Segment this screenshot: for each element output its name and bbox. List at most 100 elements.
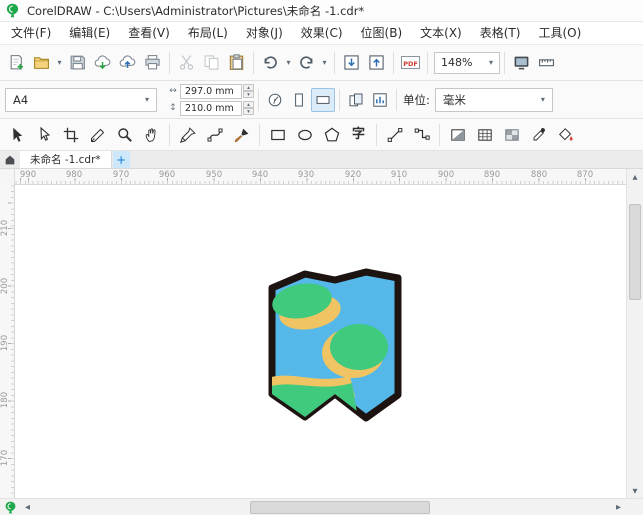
landscape-button[interactable]	[311, 87, 335, 112]
menu-bitmaps[interactable]: 位图(B)	[352, 22, 412, 45]
document-navigator-icon[interactable]	[0, 501, 20, 514]
scroll-right-button[interactable]	[611, 499, 626, 515]
toolbar-separator	[169, 51, 170, 74]
paste-button[interactable]	[224, 50, 249, 76]
show-rulers-button[interactable]	[534, 50, 559, 76]
width-increment-button[interactable]	[243, 84, 254, 91]
copy-button[interactable]	[199, 50, 224, 76]
page-width-input[interactable]: 297.0 mm	[180, 83, 242, 99]
landscape-page-icon	[315, 92, 331, 108]
shape-tool[interactable]	[30, 122, 57, 148]
compass-icon	[267, 92, 283, 108]
units-select[interactable]: 毫米	[434, 87, 553, 112]
menu-layout[interactable]: 布局(L)	[179, 22, 237, 45]
transparency-tool[interactable]	[498, 122, 525, 148]
open-folder-icon	[33, 54, 50, 71]
height-increment-button[interactable]	[243, 101, 254, 108]
pick-tool[interactable]	[3, 122, 30, 148]
fullscreen-preview-button[interactable]	[509, 50, 534, 76]
map-drawing[interactable]	[255, 257, 415, 432]
smart-fill-tool[interactable]	[552, 122, 579, 148]
standard-toolbar: PDF 148%	[0, 45, 643, 81]
vertical-scroll-thumb[interactable]	[629, 204, 641, 300]
scroll-down-button[interactable]	[627, 483, 643, 498]
page-height-input[interactable]: 210.0 mm	[180, 100, 242, 116]
save-to-cloud-button[interactable]	[115, 50, 140, 76]
print-button[interactable]	[140, 50, 165, 76]
redo-button[interactable]	[294, 50, 319, 76]
save-button[interactable]	[65, 50, 90, 76]
fill-gradient-icon	[450, 127, 466, 143]
artistic-media-tool[interactable]	[228, 122, 255, 148]
mesh-fill-tool[interactable]	[471, 122, 498, 148]
publish-to-pdf-button[interactable]: PDF	[398, 50, 423, 76]
toolbox-separator	[169, 123, 170, 146]
document-home-icon[interactable]	[0, 151, 20, 168]
hand-icon	[144, 127, 160, 143]
bezier-tool[interactable]	[201, 122, 228, 148]
vertical-scroll-track[interactable]	[627, 184, 643, 483]
import-button[interactable]	[339, 50, 364, 76]
menu-file[interactable]: 文件(F)	[2, 22, 60, 45]
shape-cursor-icon	[36, 127, 52, 143]
freehand-line-tool[interactable]	[381, 122, 408, 148]
scroll-left-button[interactable]	[20, 499, 35, 515]
horizontal-scrollbar[interactable]	[20, 499, 626, 515]
drawing-canvas[interactable]	[15, 185, 626, 498]
new-document-button[interactable]	[4, 50, 29, 76]
undo-dropdown-button[interactable]	[283, 50, 294, 76]
current-page-button[interactable]	[368, 88, 392, 112]
page-size-select[interactable]: A4	[5, 87, 157, 112]
page-width-icon	[166, 86, 180, 96]
page-height-value: 210.0 mm	[185, 102, 234, 114]
menu-object[interactable]: 对象(J)	[237, 22, 292, 45]
menu-edit[interactable]: 编辑(E)	[60, 22, 119, 45]
text-tool[interactable]: 字	[345, 122, 372, 148]
interactive-fill-tool[interactable]	[444, 122, 471, 148]
connector-icon	[414, 127, 430, 143]
color-eyedropper-tool[interactable]	[525, 122, 552, 148]
polygon-tool[interactable]	[318, 122, 345, 148]
open-button[interactable]	[29, 50, 54, 76]
menu-table[interactable]: 表格(T)	[471, 22, 530, 45]
toolbar-separator	[253, 51, 254, 74]
new-tab-button[interactable]: +	[112, 151, 130, 168]
menu-tools[interactable]: 工具(O)	[529, 22, 590, 45]
ellipse-tool[interactable]	[291, 122, 318, 148]
units-label: 单位:	[403, 92, 430, 107]
open-dropdown-button[interactable]	[54, 50, 65, 76]
height-decrement-button[interactable]	[243, 108, 254, 115]
portrait-button[interactable]	[287, 88, 311, 112]
cut-button[interactable]	[174, 50, 199, 76]
redo-dropdown-button[interactable]	[319, 50, 330, 76]
mesh-grid-icon	[477, 127, 493, 143]
zoom-level-select[interactable]: 148%	[434, 51, 500, 74]
ruler-number: 980	[65, 170, 83, 180]
export-button[interactable]	[364, 50, 389, 76]
zoom-tool[interactable]	[111, 122, 138, 148]
scroll-up-button[interactable]	[627, 169, 643, 184]
pen-tool[interactable]	[174, 122, 201, 148]
pan-tool[interactable]	[138, 122, 165, 148]
horizontal-scroll-thumb[interactable]	[250, 500, 430, 514]
page-options-button[interactable]	[263, 88, 287, 112]
crop-tool[interactable]	[57, 122, 84, 148]
width-decrement-button[interactable]	[243, 91, 254, 98]
cloud-download-icon	[94, 54, 111, 71]
undo-button[interactable]	[258, 50, 283, 76]
all-pages-button[interactable]	[344, 88, 368, 112]
knife-icon	[90, 127, 106, 143]
document-tab[interactable]: 未命名 -1.cdr*	[20, 151, 112, 168]
horizontal-scroll-track[interactable]	[35, 499, 611, 515]
vertical-scrollbar[interactable]	[626, 169, 643, 498]
menu-text[interactable]: 文本(X)	[411, 22, 471, 45]
horizontal-ruler[interactable]: 990 980 970 960 950 940 930 920 910 900 …	[0, 169, 626, 185]
knife-tool[interactable]	[84, 122, 111, 148]
open-from-cloud-button[interactable]	[90, 50, 115, 76]
connector-tool[interactable]	[408, 122, 435, 148]
rectangle-tool[interactable]	[264, 122, 291, 148]
menu-effects[interactable]: 效果(C)	[292, 22, 352, 45]
menu-view[interactable]: 查看(V)	[119, 22, 179, 45]
vertical-ruler[interactable]: 210 200 190 180 170	[0, 185, 15, 498]
portrait-page-icon	[291, 92, 307, 108]
